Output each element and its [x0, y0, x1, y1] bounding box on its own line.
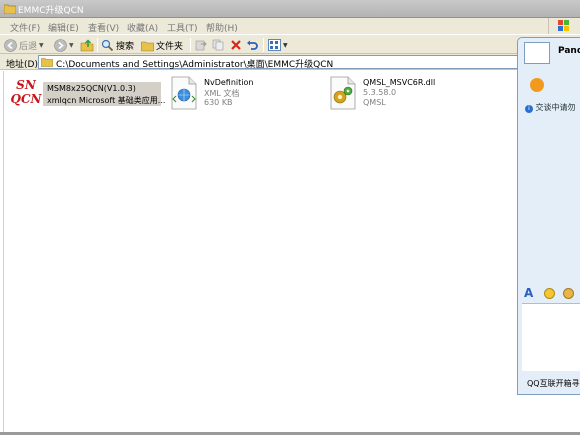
file-item-msm8x25qcn[interactable]: SN QCN MSM8x25QCN(V1.0.3) xmlqcn Microso… — [6, 78, 166, 114]
title-bar: EMMC升级QCN — [0, 0, 580, 18]
file-name: NvDefinition — [204, 78, 254, 87]
search-label: 搜索 — [116, 41, 135, 52]
file-version: 5.3.58.0 — [363, 88, 397, 97]
contact-name: Panda — [558, 46, 580, 56]
chevron-down-icon: ▼ — [39, 41, 44, 49]
file-list-pane: SN QCN MSM8x25QCN(V1.0.3) xmlqcn Microso… — [3, 71, 517, 432]
file-size: 630 KB — [204, 98, 233, 107]
chevron-down-icon: ▼ — [283, 41, 288, 49]
search-button[interactable]: 搜索 — [101, 37, 134, 53]
menu-help[interactable]: 帮助(H) — [206, 21, 238, 34]
chevron-down-icon: ▼ — [69, 41, 74, 49]
toolbar: 后退 ▼ ▼ 搜索 文件夹 ▼ — [0, 34, 580, 54]
sn-qcn-logo-icon: SN QCN — [9, 78, 43, 110]
menu-tools[interactable]: 工具(T) — [167, 21, 198, 34]
menu-view[interactable]: 查看(V) — [88, 21, 119, 34]
folders-button[interactable]: 文件夹 — [141, 37, 183, 53]
message-input[interactable] — [522, 303, 580, 371]
font-icon[interactable]: A — [524, 286, 533, 300]
wrench-icon[interactable] — [564, 78, 578, 92]
copy-to-button[interactable] — [212, 37, 224, 53]
address-label: 地址(D) — [6, 60, 38, 70]
menu-favorites[interactable]: 收藏(A) — [127, 21, 158, 34]
emoji-icon[interactable] — [544, 288, 555, 299]
info-icon: i — [525, 105, 533, 113]
address-path: C:\Documents and Settings\Administrator\… — [56, 60, 334, 70]
folder-icon — [4, 4, 16, 14]
back-button[interactable]: 后退 ▼ — [4, 37, 44, 53]
qq-footer-text: QQ互联开箱寻 — [527, 379, 580, 388]
window-title: EMMC升级QCN — [18, 6, 84, 16]
move-to-button[interactable] — [195, 37, 207, 53]
dll-gear-icon — [330, 76, 356, 110]
qq-chat-window: Panda i 交谈中请勿 A QQ互联开箱寻 — [517, 37, 580, 395]
windows-flag-icon — [558, 20, 569, 31]
up-folder-button[interactable] — [80, 37, 94, 53]
chat-tip: i 交谈中请勿 — [525, 102, 576, 113]
back-label: 后退 — [19, 41, 38, 52]
xml-document-icon — [171, 76, 197, 110]
search-icon — [101, 39, 114, 51]
undo-icon — [247, 40, 258, 50]
file-name: MSM8x25QCN(V1.0.3) — [47, 84, 136, 93]
undo-button[interactable] — [246, 37, 258, 53]
logo-text-sn: SN — [16, 78, 36, 92]
delete-button[interactable] — [230, 37, 242, 53]
forward-button[interactable]: ▼ — [54, 37, 74, 53]
folder-icon — [41, 58, 53, 67]
up-folder-icon — [80, 39, 94, 52]
file-name: QMSL_MSVC6R.dll — [363, 78, 436, 87]
address-bar: 地址(D) C:\Documents and Settings\Administ… — [0, 54, 580, 70]
views-grid-icon — [268, 39, 281, 51]
address-input[interactable]: C:\Documents and Settings\Administrator\… — [38, 55, 580, 70]
file-detail: xmlqcn Microsoft 基础类应用... — [47, 96, 166, 105]
file-item-nvdefinition[interactable]: NvDefinition XML 文档 630 KB — [169, 76, 289, 112]
file-item-qmsl-dll[interactable]: QMSL_MSVC6R.dll 5.3.58.0 QMSL — [328, 76, 468, 112]
chat-tip-text: 交谈中请勿 — [535, 103, 576, 112]
back-arrow-icon — [4, 38, 17, 52]
menu-edit[interactable]: 编辑(E) — [48, 21, 79, 34]
file-description: QMSL — [363, 98, 386, 107]
logo-text-qcn: QCN — [10, 92, 42, 106]
sticker-icon[interactable] — [563, 288, 574, 299]
forward-arrow-icon — [54, 38, 67, 52]
menu-file[interactable]: 文件(F) — [10, 21, 40, 34]
views-button[interactable]: ▼ — [268, 37, 288, 53]
qq-toolbar-icon[interactable] — [530, 78, 544, 92]
copy-to-icon — [212, 39, 224, 51]
folder-tree-icon — [141, 41, 154, 51]
menu-bar: 文件(F) 编辑(E) 查看(V) 收藏(A) 工具(T) 帮助(H) — [0, 18, 580, 34]
delete-x-icon — [231, 40, 241, 50]
move-to-icon — [195, 40, 207, 51]
avatar — [524, 42, 550, 64]
folders-label: 文件夹 — [156, 41, 184, 52]
windows-logo — [548, 18, 578, 34]
